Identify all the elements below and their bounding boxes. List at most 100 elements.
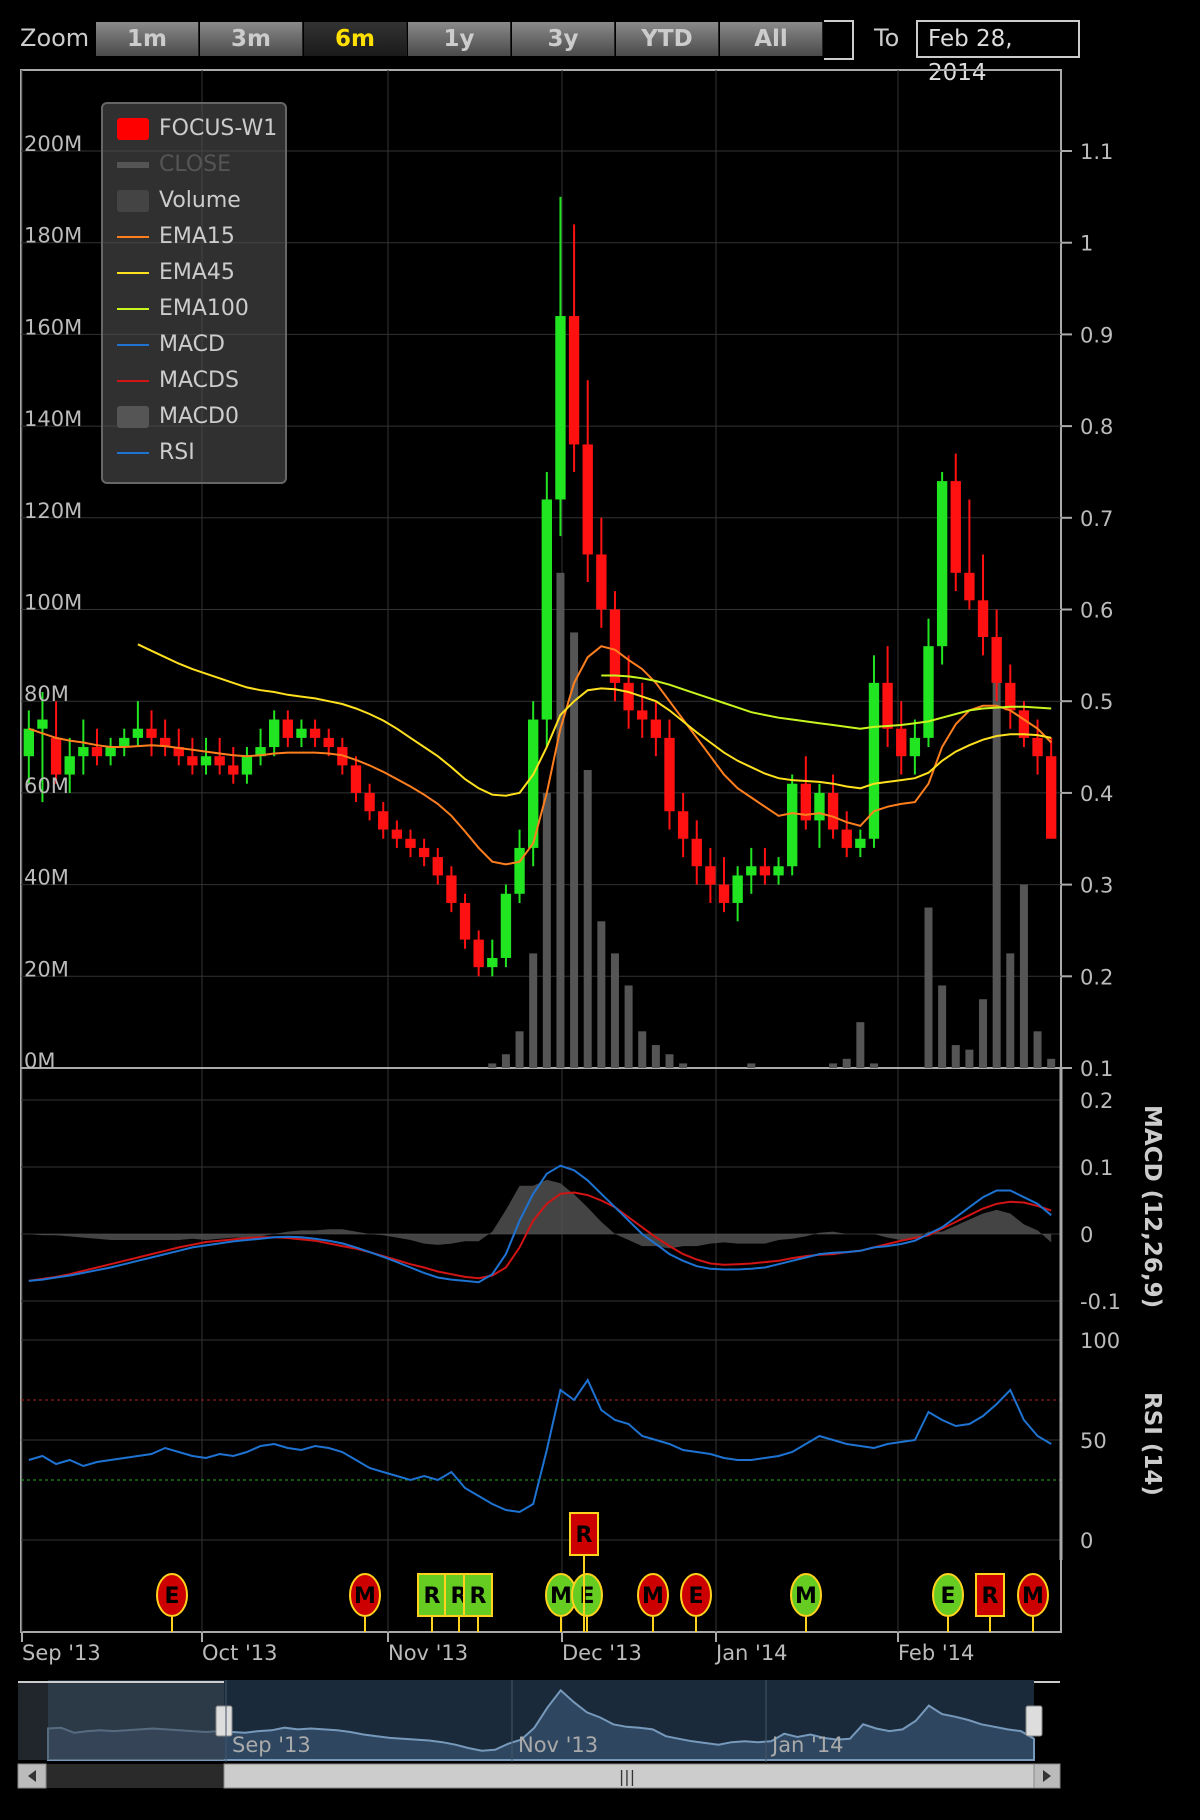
legend-item-ema45[interactable]: EMA45: [117, 258, 282, 288]
legend-label: EMA100: [159, 296, 249, 321]
legend-label: MACD: [159, 332, 225, 357]
flag-label: E: [688, 1584, 703, 1609]
price-tick-label: 0.7: [1080, 507, 1113, 531]
flag-label: M: [354, 1584, 376, 1609]
volume-bar: [651, 1045, 660, 1068]
volume-bar: [610, 953, 619, 1068]
flag-label: E: [164, 1584, 179, 1609]
legend-swatch: [117, 452, 149, 454]
candle-body: [637, 710, 648, 720]
volume-tick-label: 60M: [24, 774, 69, 798]
candle-body: [269, 719, 280, 748]
navigator-handle-right[interactable]: [1025, 1705, 1043, 1737]
candle-body: [228, 765, 239, 775]
event-flags: E M R R R M ERM E M E R M: [156, 1512, 1049, 1632]
legend-item-macd0[interactable]: MACD0: [117, 402, 282, 432]
candle-body: [691, 838, 702, 867]
candle-body: [718, 884, 730, 903]
candle-body: [37, 719, 48, 729]
date-tick-label: Feb '14: [898, 1641, 974, 1665]
candle-body: [132, 728, 144, 738]
legend-label: MACDS: [159, 368, 239, 393]
candle-body: [91, 747, 103, 757]
candle-body: [105, 747, 116, 757]
candle-body: [146, 728, 157, 738]
volume-bar: [829, 1063, 838, 1068]
volume-bar: [856, 1022, 865, 1068]
flag-label: E: [940, 1584, 955, 1609]
legend-label: Volume: [159, 188, 241, 213]
candle-body: [596, 554, 607, 610]
volume-tick-label: 180M: [24, 224, 82, 248]
candle-body: [623, 682, 634, 711]
date-tick-label: Jan '14: [714, 1641, 788, 1665]
macd-tick-label: 0.2: [1080, 1089, 1113, 1113]
legend-item-ema100[interactable]: EMA100: [117, 294, 282, 324]
candle-body: [827, 792, 839, 830]
candle-body: [787, 783, 798, 867]
candle-body: [459, 902, 471, 940]
candle-body: [1032, 737, 1043, 757]
legend-swatch: [117, 272, 149, 274]
candle-body: [391, 829, 403, 839]
candle-body: [418, 847, 430, 858]
legend-item-volume[interactable]: Volume: [117, 186, 282, 216]
volume-tick-label: 0M: [24, 1049, 55, 1073]
macd-tick-label: -0.1: [1080, 1290, 1121, 1314]
volume-bar: [542, 792, 551, 1068]
price-tick-label: 1.1: [1080, 140, 1113, 164]
candle-body: [296, 728, 307, 738]
volume-bar: [869, 1063, 878, 1068]
volume-bar: [488, 1063, 497, 1068]
legend-item-macds[interactable]: MACDS: [117, 366, 282, 396]
volume-tick-label: 200M: [24, 132, 82, 156]
date-tick-label: Nov '13: [388, 1641, 468, 1665]
legend-item-close[interactable]: CLOSE: [117, 150, 282, 180]
flag-label: R: [982, 1584, 999, 1609]
candle-body: [814, 792, 825, 821]
price-tick-label: 0.6: [1080, 599, 1113, 623]
legend-label: EMA15: [159, 224, 235, 249]
legend-swatch: [117, 162, 149, 168]
navigator-handle-left[interactable]: [215, 1705, 233, 1737]
rsi-tick-label: 100: [1080, 1329, 1120, 1353]
candle-body: [432, 857, 443, 876]
date-tick-label: Oct '13: [202, 1641, 277, 1665]
candle-body: [446, 875, 457, 903]
candle-body: [977, 600, 989, 638]
price-tick-label: 0.9: [1080, 323, 1113, 347]
flag-label: R: [424, 1584, 441, 1609]
candle-body: [964, 572, 975, 601]
candle-body: [50, 737, 62, 775]
flag-label: M: [795, 1584, 817, 1609]
volume-bar: [583, 769, 592, 1068]
candle-body: [282, 719, 293, 738]
legend-item-focus-w1[interactable]: FOCUS-W1: [117, 114, 282, 144]
candle-body: [323, 737, 334, 748]
volume-bar: [1047, 1058, 1056, 1068]
candle-body: [841, 829, 852, 848]
volume-bar: [624, 985, 633, 1068]
legend-label: CLOSE: [159, 152, 232, 177]
legend-item-ema15[interactable]: EMA15: [117, 222, 282, 252]
candle-body: [1046, 756, 1057, 839]
volume-tick-label: 40M: [24, 866, 69, 890]
volume-bar: [938, 985, 947, 1068]
volume-bar: [979, 999, 988, 1068]
legend-swatch: [117, 118, 149, 140]
flag-label: M: [550, 1584, 572, 1609]
volume-tick-label: 160M: [24, 315, 82, 339]
legend-item-rsi[interactable]: RSI: [117, 438, 282, 468]
candle-body: [214, 756, 225, 766]
date-tick-label: Sep '13: [22, 1641, 101, 1665]
legend-label: EMA45: [159, 260, 235, 285]
candle-body: [896, 728, 907, 757]
price-tick-label: 0.4: [1080, 782, 1113, 806]
volume-bar: [679, 1063, 688, 1068]
legend-swatch: [117, 236, 149, 238]
volume-bar: [924, 907, 933, 1068]
legend-item-macd[interactable]: MACD: [117, 330, 282, 360]
volume-bar: [556, 572, 565, 1068]
candle-body: [909, 737, 921, 757]
candle-body: [514, 847, 525, 894]
